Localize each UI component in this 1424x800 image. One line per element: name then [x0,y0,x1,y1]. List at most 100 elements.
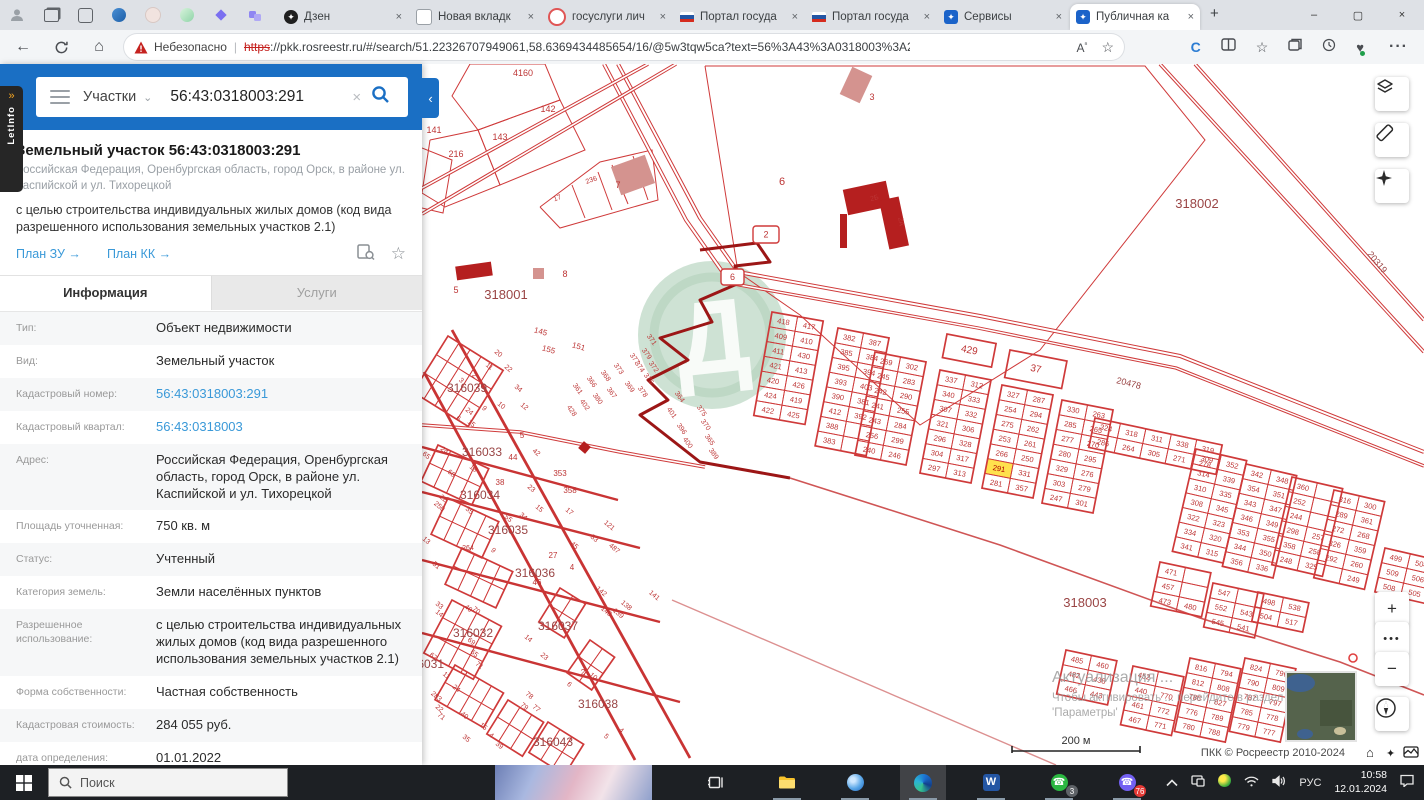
browser-tab-2[interactable]: Новая вкладк × [410,4,540,30]
display-project-icon[interactable] [1191,774,1206,792]
tab-close-icon[interactable]: × [396,11,402,23]
tab-close-icon[interactable]: × [1188,11,1194,23]
browser-tab-3[interactable]: госуслуги лич × [542,4,672,30]
copilot-icon[interactable]: C [1191,39,1201,55]
cadastral-map[interactable]: Д 2 6 418 417 409 410 411 430 421 413 420 426 424 419 4… [422,64,1424,765]
history-icon[interactable] [1322,38,1336,57]
extension-diamond-icon[interactable] [208,4,234,26]
tab-close-icon[interactable]: × [1056,11,1062,23]
taskbar-app-task-view[interactable] [692,765,738,800]
browser-tab-4[interactable]: Портал госуда × [674,4,804,30]
letinfo-side-tab[interactable]: » LetInfo [0,86,23,192]
menu-icon[interactable] [50,86,70,107]
read-aloud-icon[interactable]: Aⁿ [1077,40,1088,55]
info-row: Кадастровая стоимость: 284 055 руб. [0,709,422,743]
search-icon[interactable] [371,85,390,109]
tab-information[interactable]: Информация [0,275,211,311]
favorites-icon[interactable]: ☆ [1256,39,1269,56]
extension-green-icon[interactable] [174,4,200,26]
taskbar-app-explorer[interactable] [764,765,810,800]
notification-center-icon[interactable] [1400,774,1414,792]
extension-pale-icon[interactable] [140,4,166,26]
info-row-value: Учтенный [156,551,216,567]
zoom-out-button[interactable]: − [1375,652,1409,686]
clear-search-icon[interactable]: × [352,89,361,106]
plan-kk-link[interactable]: План КК → [107,247,171,261]
widgets-weather-image[interactable] [495,765,652,800]
svg-text:316035: 316035 [488,523,528,537]
svg-text:'Параметры': 'Параметры' [1052,707,1118,719]
my-position-button[interactable] [1375,169,1409,203]
svg-text:316036: 316036 [515,566,555,580]
start-button[interactable] [0,765,48,800]
refresh-button[interactable] [46,33,76,61]
layers-button[interactable] [1375,77,1409,111]
vertical-tabs-icon[interactable] [72,4,98,26]
tab-title: Портал госуда [832,11,909,23]
taskbar-search-box[interactable]: Поиск [48,768,288,797]
info-row-value: Частная собственность [156,684,298,700]
pkk-icon: ✦ [1076,10,1090,24]
tray-chevron-icon[interactable] [1166,774,1178,792]
map-canvas[interactable]: Д26418 417409 410411 430421 413420 426424 4194… [422,64,1424,765]
taskbar-app-word[interactable]: W [968,765,1014,800]
wifi-icon[interactable] [1244,774,1259,792]
measure-ruler-button[interactable] [1375,123,1409,157]
address-bar[interactable]: Небезопасно | https ://pkk.rosreestr.ru/… [124,34,1124,60]
svg-text:6: 6 [730,272,735,282]
info-row-value-link[interactable]: 56:43:0318003 [144,419,406,436]
home-button[interactable]: ⌂ [84,33,114,61]
panel-collapse-button[interactable]: ‹ [422,78,439,118]
collections-icon[interactable] [1288,38,1302,56]
doc-search-icon[interactable] [357,244,375,265]
browser-tab-1[interactable]: ✦ Дзен × [278,4,408,30]
search-category-select[interactable]: Участки [83,89,136,105]
compass-button[interactable] [1375,697,1409,731]
new-tab-button[interactable]: + [1210,5,1219,22]
https-struck: https [244,40,271,54]
split-screen-icon[interactable] [1221,38,1236,56]
zoom-levels-button[interactable]: ••• [1375,622,1409,656]
search-input[interactable] [168,87,351,107]
info-row-value-link[interactable]: 56:43:0318003:291 [144,386,406,403]
taskbar-app-viber[interactable]: ☎ 76 [1104,765,1150,800]
taskbar-app-photos[interactable] [832,765,878,800]
search-pill: Участки ⌄ × [36,77,408,117]
back-button[interactable]: ← [8,33,38,61]
tab-close-icon[interactable]: × [924,11,930,23]
browser-tab-7[interactable]: ✦ Публичная ка × [1070,4,1200,30]
info-row-value: Земельный участок [156,352,275,368]
windows-taskbar: Поиск РУС 10:58 12.01.2024 W ☎ 3 ☎ 76 [0,765,1424,800]
info-row: Вид: Земельный участок [0,345,422,378]
restore-button[interactable]: ▢ [1336,0,1380,30]
browser-tab-6[interactable]: ✦ Сервисы × [938,4,1068,30]
dzen-icon: ✦ [284,10,298,24]
tab-close-icon[interactable]: × [792,11,798,23]
plan-zu-link[interactable]: План ЗУ → [16,247,81,261]
browser-essentials-icon[interactable]: ♥ [1356,40,1369,56]
favorite-star-icon[interactable]: ☆ [1101,39,1114,56]
url-text: ://pkk.rosreestr.ru/#/search/51.22326707… [270,40,911,54]
window-controls: – ▢ × [1292,0,1424,30]
minimize-button[interactable]: – [1292,0,1336,30]
tab-services[interactable]: Услуги [210,275,422,310]
chevron-down-icon[interactable]: ⌄ [143,91,152,104]
profile-icon[interactable] [4,4,30,26]
antivirus-shield-icon[interactable] [1218,773,1232,792]
extension-squares-icon[interactable] [242,4,268,26]
taskbar-app-edge[interactable] [900,765,946,800]
browser-tab-5[interactable]: Портал госуда × [806,4,936,30]
star-icon[interactable]: ☆ [391,244,406,265]
language-indicator[interactable]: РУС [1299,777,1321,789]
close-button[interactable]: × [1380,0,1424,30]
settings-more-icon[interactable]: ··· [1389,38,1408,56]
tab-close-icon[interactable]: × [660,11,666,23]
tab-close-icon[interactable]: × [528,11,534,23]
extension-globe-icon[interactable] [106,4,132,26]
clock[interactable]: 10:58 12.01.2024 [1334,769,1387,795]
workspaces-icon[interactable] [38,4,64,26]
volume-icon[interactable] [1272,774,1286,792]
info-row: Категория земель: Земли населённых пункто… [0,576,422,609]
zoom-in-button[interactable]: + [1375,592,1409,626]
taskbar-app-whatsapp[interactable]: ☎ 3 [1036,765,1082,800]
